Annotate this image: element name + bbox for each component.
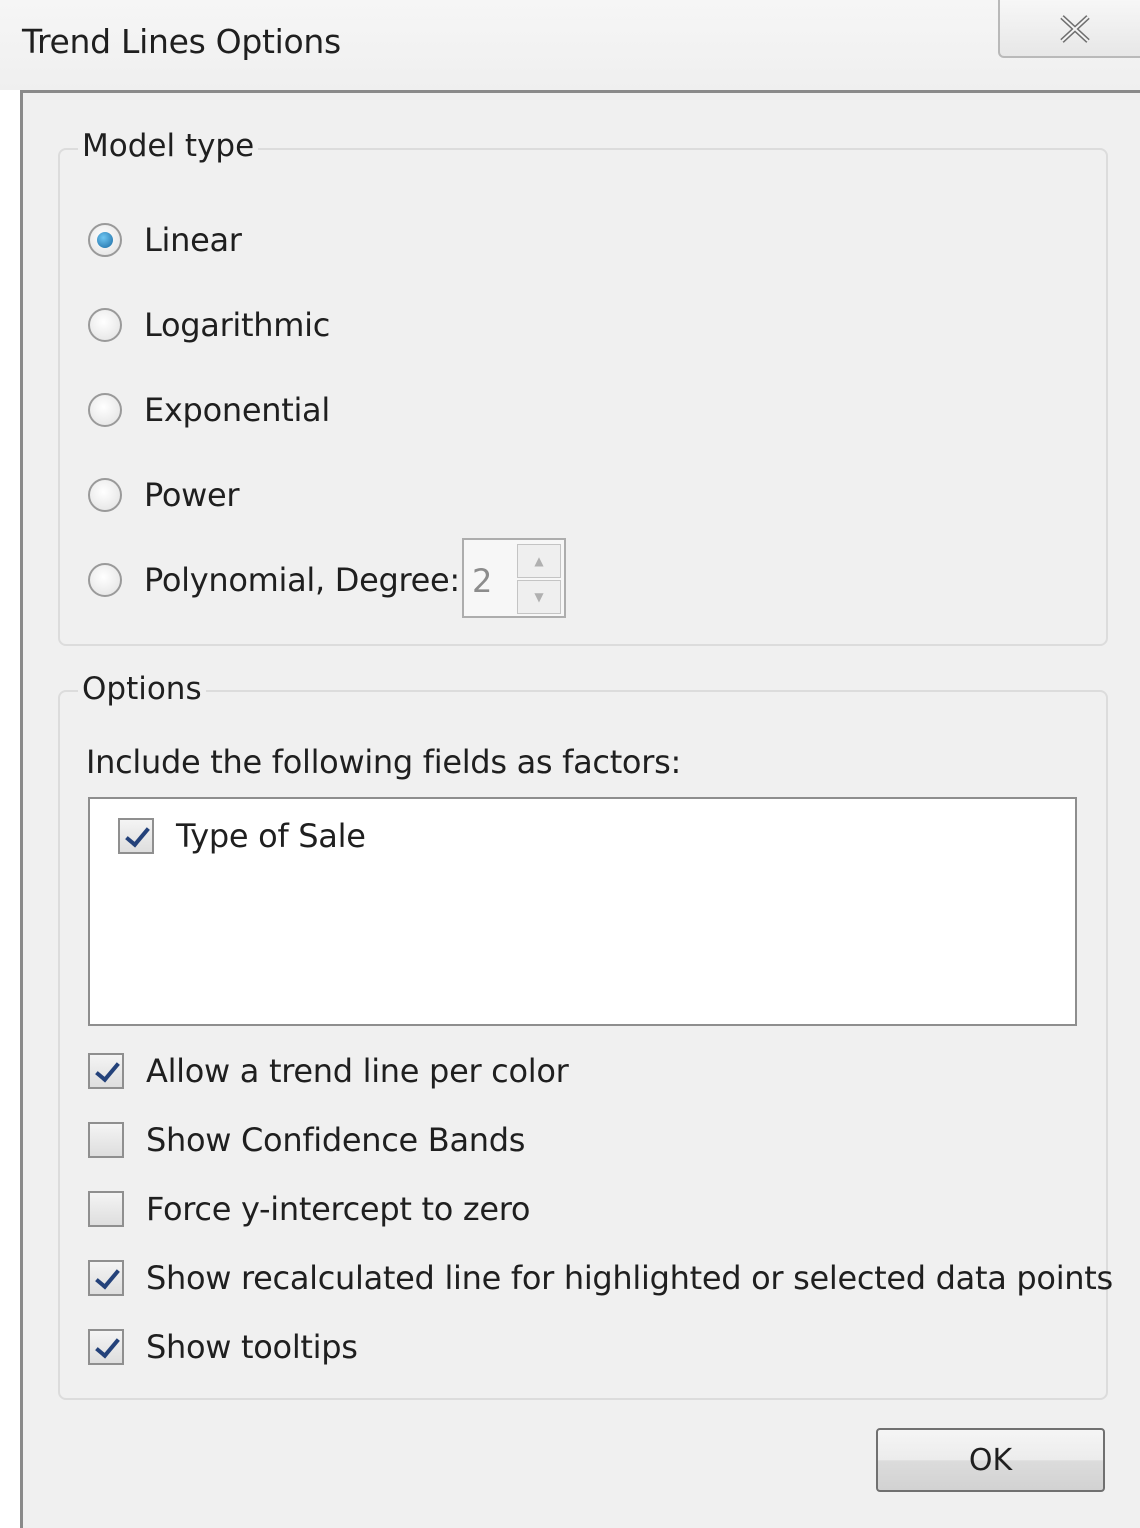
option-show-tooltips[interactable]: Show tooltips [88,1326,358,1368]
confidence-bands-checkbox[interactable] [88,1122,124,1158]
show-tooltips-label: Show tooltips [146,1328,358,1366]
options-title: Options [78,671,206,707]
radio-exponential-label: Exponential [144,391,330,429]
trend-line-per-color-label: Allow a trend line per color [146,1052,569,1090]
recalculated-line-label: Show recalculated line for highlighted o… [146,1259,1113,1297]
radio-logarithmic-button[interactable] [88,308,122,342]
degree-value: 2 [472,562,493,600]
model-type-title: Model type [78,128,259,164]
radio-exponential-button[interactable] [88,393,122,427]
spin-down-button[interactable]: ▼ [517,580,561,614]
factor-type-of-sale-label: Type of Sale [176,817,366,855]
trend-line-per-color-checkbox[interactable] [88,1053,124,1089]
radio-power-label: Power [144,476,240,514]
option-trend-line-per-color[interactable]: Allow a trend line per color [88,1050,569,1092]
dialog-title-bar: Trend Lines Options [0,0,1140,90]
option-recalculated-line[interactable]: Show recalculated line for highlighted o… [88,1257,1113,1299]
close-button[interactable] [998,0,1140,58]
radio-polynomial[interactable]: Polynomial, Degree: [88,560,460,600]
radio-linear[interactable]: Linear [88,220,242,260]
radio-linear-button[interactable] [88,223,122,257]
radio-logarithmic[interactable]: Logarithmic [88,305,330,345]
degree-spinner[interactable]: 2 ▲ ▼ [462,538,566,618]
recalculated-line-checkbox[interactable] [88,1260,124,1296]
close-x-icon [1060,15,1090,43]
radio-polynomial-button[interactable] [88,563,122,597]
radio-exponential[interactable]: Exponential [88,390,330,430]
show-tooltips-checkbox[interactable] [88,1329,124,1365]
factors-listbox[interactable]: Type of Sale [88,797,1077,1026]
confidence-bands-label: Show Confidence Bands [146,1121,526,1159]
option-force-y-intercept[interactable]: Force y-intercept to zero [88,1188,530,1230]
radio-linear-label: Linear [144,221,242,259]
force-y-intercept-checkbox[interactable] [88,1191,124,1227]
radio-power[interactable]: Power [88,475,240,515]
dialog-title: Trend Lines Options [22,22,341,61]
radio-power-button[interactable] [88,478,122,512]
factors-label: Include the following fields as factors: [86,743,681,781]
radio-logarithmic-label: Logarithmic [144,306,330,344]
ok-button[interactable]: OK [876,1428,1105,1492]
factor-type-of-sale[interactable]: Type of Sale [118,815,366,857]
option-confidence-bands[interactable]: Show Confidence Bands [88,1119,525,1161]
radio-polynomial-label: Polynomial, Degree: [144,561,460,599]
spin-up-button[interactable]: ▲ [517,544,561,578]
force-y-intercept-label: Force y-intercept to zero [146,1190,531,1228]
factor-type-of-sale-checkbox[interactable] [118,818,154,854]
